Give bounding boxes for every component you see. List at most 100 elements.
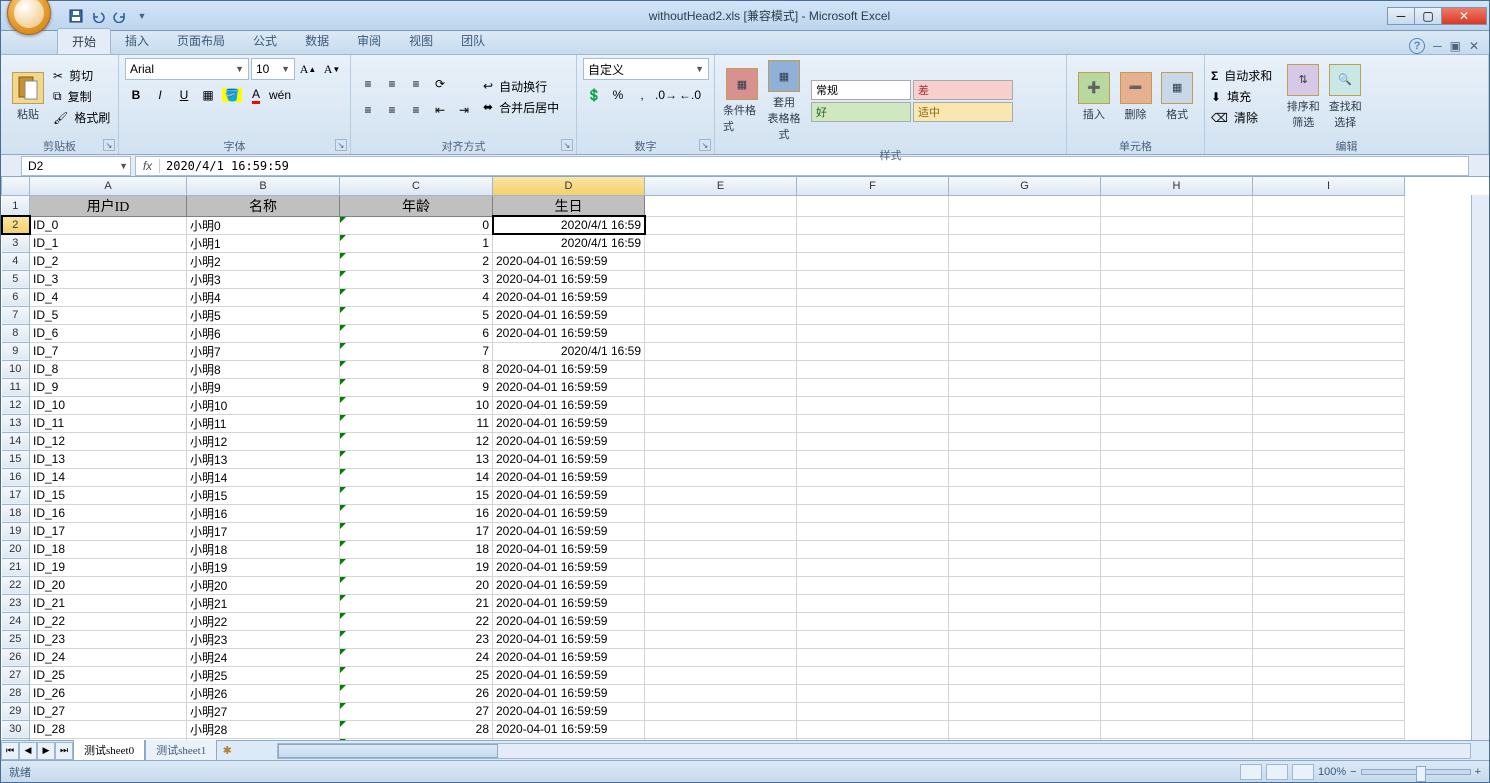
cell-27-B[interactable]: 小明25 <box>187 666 340 684</box>
col-header-C[interactable]: C <box>340 177 493 195</box>
cell-23-I[interactable] <box>1253 594 1405 612</box>
cell-18-B[interactable]: 小明16 <box>187 504 340 522</box>
cell-6-D[interactable]: 2020-04-01 16:59:59 <box>493 288 645 306</box>
cell-17-C[interactable]: 15 <box>340 486 493 504</box>
format-as-table-button[interactable]: ▦套用 表格格式 <box>763 58 805 144</box>
cell-31-E[interactable] <box>645 738 797 740</box>
cell-15-A[interactable]: ID_13 <box>30 450 187 468</box>
align-launcher[interactable]: ↘ <box>561 139 573 151</box>
cell-11-I[interactable] <box>1253 378 1405 396</box>
cell-15-F[interactable] <box>797 450 949 468</box>
zoom-out-button[interactable]: − <box>1350 766 1356 778</box>
wrap-text-button[interactable]: ↩自动换行 <box>483 78 559 95</box>
sheet-tab-0[interactable]: 测试sheet0 <box>73 740 145 760</box>
cell-5-G[interactable] <box>949 270 1101 288</box>
cell-10-F[interactable] <box>797 360 949 378</box>
cell-20-B[interactable]: 小明18 <box>187 540 340 558</box>
font-name-combo[interactable]: Arial▼ <box>125 58 249 80</box>
ribbon-tab-2[interactable]: 页面布局 <box>163 28 239 54</box>
row-header-5[interactable]: 5 <box>2 270 30 288</box>
ribbon-tab-6[interactable]: 视图 <box>395 28 447 54</box>
cell-10-I[interactable] <box>1253 360 1405 378</box>
cell-29-B[interactable]: 小明27 <box>187 702 340 720</box>
row-header-23[interactable]: 23 <box>2 594 30 612</box>
cell-6-E[interactable] <box>645 288 797 306</box>
cell-3-H[interactable] <box>1101 234 1253 252</box>
row-header-15[interactable]: 15 <box>2 450 30 468</box>
cell-3-B[interactable]: 小明1 <box>187 234 340 252</box>
new-sheet-button[interactable]: ✱ <box>217 744 237 757</box>
cell-27-H[interactable] <box>1101 666 1253 684</box>
autosum-button[interactable]: Σ自动求和 <box>1211 67 1272 84</box>
cell-15-B[interactable]: 小明13 <box>187 450 340 468</box>
fill-color-button[interactable]: 🪣 <box>221 84 243 106</box>
ribbon-tab-4[interactable]: 数据 <box>291 28 343 54</box>
font-launcher[interactable]: ↘ <box>335 139 347 151</box>
sheet-nav-last[interactable]: ⏭ <box>55 742 73 760</box>
increase-decimal-button[interactable]: .0→ <box>655 84 677 106</box>
mdi-close-icon[interactable]: ✕ <box>1469 39 1479 53</box>
cell-28-E[interactable] <box>645 684 797 702</box>
font-color-button[interactable]: A <box>245 84 267 106</box>
cell-17-D[interactable]: 2020-04-01 16:59:59 <box>493 486 645 504</box>
cell-31-I[interactable] <box>1253 738 1405 740</box>
cell-25-E[interactable] <box>645 630 797 648</box>
cell-20-G[interactable] <box>949 540 1101 558</box>
cell-8-G[interactable] <box>949 324 1101 342</box>
zoom-in-button[interactable]: + <box>1475 766 1481 778</box>
row-header-18[interactable]: 18 <box>2 504 30 522</box>
cell-13-D[interactable]: 2020-04-01 16:59:59 <box>493 414 645 432</box>
format-cells-button[interactable]: ▦格式 <box>1156 70 1198 124</box>
cell-6-I[interactable] <box>1253 288 1405 306</box>
format-painter-button[interactable]: 🖌格式刷 <box>53 109 110 126</box>
row-header-25[interactable]: 25 <box>2 630 30 648</box>
cell-8-C[interactable]: 6 <box>340 324 493 342</box>
cell-4-A[interactable]: ID_2 <box>30 252 187 270</box>
cell-14-F[interactable] <box>797 432 949 450</box>
view-normal-button[interactable] <box>1240 764 1262 780</box>
col-header-D[interactable]: D <box>493 177 645 195</box>
comma-button[interactable]: , <box>631 84 653 106</box>
cell-22-D[interactable]: 2020-04-01 16:59:59 <box>493 576 645 594</box>
cell-4-I[interactable] <box>1253 252 1405 270</box>
insert-cells-button[interactable]: ➕插入 <box>1073 70 1115 124</box>
cell-18-F[interactable] <box>797 504 949 522</box>
cell-12-G[interactable] <box>949 396 1101 414</box>
select-all-corner[interactable] <box>2 177 30 195</box>
cell-30-B[interactable]: 小明28 <box>187 720 340 738</box>
cell-3-A[interactable]: ID_1 <box>30 234 187 252</box>
cell-26-C[interactable]: 24 <box>340 648 493 666</box>
cell-15-E[interactable] <box>645 450 797 468</box>
cell-12-I[interactable] <box>1253 396 1405 414</box>
cell-19-E[interactable] <box>645 522 797 540</box>
cell-19-F[interactable] <box>797 522 949 540</box>
clipboard-launcher[interactable]: ↘ <box>103 139 115 151</box>
cell-29-D[interactable]: 2020-04-01 16:59:59 <box>493 702 645 720</box>
cell-2-B[interactable]: 小明0 <box>187 216 340 234</box>
find-select-button[interactable]: 🔍查找和 选择 <box>1324 62 1366 132</box>
cell-16-H[interactable] <box>1101 468 1253 486</box>
cell-3-D[interactable]: 2020/4/1 16:59 <box>493 234 645 252</box>
cell-13-C[interactable]: 11 <box>340 414 493 432</box>
cell-26-H[interactable] <box>1101 648 1253 666</box>
cell-12-H[interactable] <box>1101 396 1253 414</box>
cell-5-F[interactable] <box>797 270 949 288</box>
cell-19-B[interactable]: 小明17 <box>187 522 340 540</box>
cell-12-F[interactable] <box>797 396 949 414</box>
cell-16-I[interactable] <box>1253 468 1405 486</box>
cell-2-F[interactable] <box>797 216 949 234</box>
cell-13-A[interactable]: ID_11 <box>30 414 187 432</box>
row-header-27[interactable]: 27 <box>2 666 30 684</box>
row-header-16[interactable]: 16 <box>2 468 30 486</box>
col-header-A[interactable]: A <box>30 177 187 195</box>
cell-18-C[interactable]: 16 <box>340 504 493 522</box>
cell-19-C[interactable]: 17 <box>340 522 493 540</box>
cell-28-A[interactable]: ID_26 <box>30 684 187 702</box>
cell-17-E[interactable] <box>645 486 797 504</box>
cell-11-G[interactable] <box>949 378 1101 396</box>
cell-31-F[interactable] <box>797 738 949 740</box>
fx-icon[interactable]: fx <box>136 159 160 173</box>
cell-27-I[interactable] <box>1253 666 1405 684</box>
ribbon-tab-0[interactable]: 开始 <box>57 28 111 54</box>
cell-30-A[interactable]: ID_28 <box>30 720 187 738</box>
